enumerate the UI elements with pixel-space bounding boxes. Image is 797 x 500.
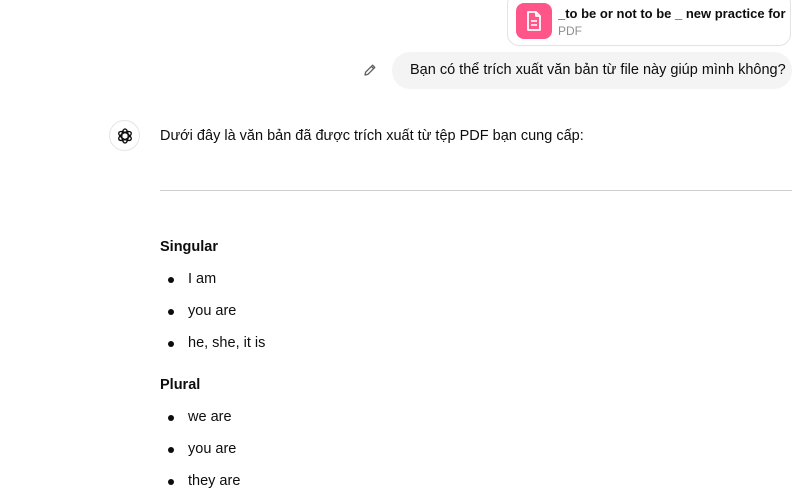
chat-page: _to be or not to be _ new practice for .… <box>0 0 797 500</box>
list-item-text: I am <box>188 271 217 287</box>
divider <box>160 190 792 191</box>
bullet-icon <box>168 479 174 485</box>
file-type-label: PDF <box>558 24 582 38</box>
bullet-icon <box>168 277 174 283</box>
document-icon <box>516 3 552 39</box>
list-item-text: you are <box>188 303 237 319</box>
file-attachment-card[interactable]: _to be or not to be _ new practice for .… <box>507 0 791 46</box>
bullet-icon <box>168 309 174 315</box>
file-name: _to be or not to be _ new practice for .… <box>558 6 786 21</box>
section-heading-plural: Plural <box>160 377 201 393</box>
list-item-text: they are <box>188 473 241 489</box>
bullet-icon <box>168 447 174 453</box>
assistant-intro-text: Dưới đây là văn bản đã được trích xuất t… <box>160 128 584 144</box>
edit-message-button[interactable] <box>360 60 380 80</box>
bullet-icon <box>168 415 174 421</box>
openai-logo-icon <box>117 127 132 144</box>
user-message-bubble: Bạn có thể trích xuất văn bản từ file nà… <box>392 52 792 89</box>
list-item-text: you are <box>188 441 237 457</box>
list-item-text: we are <box>188 409 232 425</box>
list-item-text: he, she, it is <box>188 335 266 351</box>
pencil-icon <box>364 64 376 76</box>
bullet-icon <box>168 341 174 347</box>
section-heading-singular: Singular <box>160 239 219 255</box>
assistant-avatar <box>109 120 140 151</box>
